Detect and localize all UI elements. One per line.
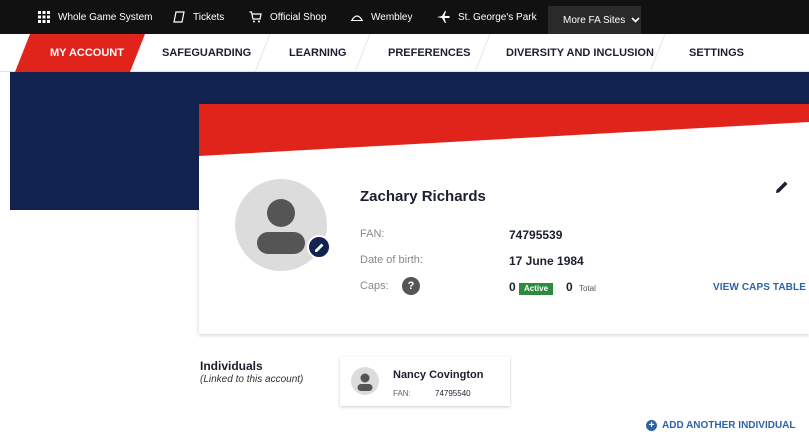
caps-active-value: 0: [509, 280, 516, 294]
person-icon: [357, 373, 373, 391]
individual-name: Nancy Covington: [393, 369, 484, 381]
wembley-arch-icon: [351, 12, 363, 22]
tab-learning[interactable]: LEARNING: [289, 34, 346, 72]
topbar-link-wembley[interactable]: Wembley: [351, 0, 413, 34]
tab-my-account[interactable]: MY ACCOUNT: [50, 34, 124, 72]
individual-fan-label: FAN:: [393, 389, 411, 398]
topbar-link-label: Whole Game System: [58, 11, 153, 23]
chevron-down-icon: [631, 15, 640, 26]
topbar-link-label: Wembley: [371, 11, 413, 23]
add-another-individual-link[interactable]: + ADD ANOTHER INDIVIDUAL: [646, 420, 796, 431]
pencil-icon: [776, 181, 788, 193]
caps-help-icon[interactable]: ?: [402, 277, 420, 295]
plus-circle-icon: +: [646, 420, 657, 431]
caps-active-badge: Active: [519, 283, 554, 295]
grid-icon: [38, 11, 50, 23]
more-fa-sites-label: More FA Sites: [563, 14, 626, 26]
pencil-icon: [314, 243, 323, 252]
top-bar: Whole Game System Tickets Official Shop …: [0, 0, 809, 34]
view-caps-table-link[interactable]: VIEW CAPS TABLE: [713, 282, 806, 293]
tab-preferences[interactable]: PREFERENCES: [388, 34, 471, 72]
dob-label: Date of birth:: [360, 254, 423, 266]
topbar-link-tickets[interactable]: Tickets: [173, 0, 224, 34]
fan-value: 74795539: [509, 228, 563, 242]
cart-icon: [249, 11, 262, 23]
topbar-link-label: Official Shop: [270, 11, 327, 23]
tab-diversity-and-inclusion[interactable]: DIVERSITY AND INCLUSION: [506, 34, 654, 72]
page: Whole Game System Tickets Official Shop …: [0, 0, 809, 432]
individual-fan-value: 74795540: [435, 389, 471, 398]
topbar-link-label: Tickets: [193, 11, 225, 23]
individual-card[interactable]: Nancy Covington FAN: 74795540: [340, 357, 510, 406]
card-red-stripe: [199, 104, 809, 156]
add-individual-label: ADD ANOTHER INDIVIDUAL: [662, 420, 796, 431]
main-nav: MY ACCOUNT SAFEGUARDING LEARNING PREFERE…: [0, 34, 809, 72]
edit-profile-button[interactable]: [774, 179, 790, 200]
more-fa-sites-dropdown[interactable]: More FA Sites: [548, 6, 641, 34]
ticket-icon: [173, 11, 185, 23]
caps-total-label: Total: [579, 284, 596, 293]
profile-card: Zachary Richards FAN: 74795539 Date of b…: [199, 104, 809, 334]
topbar-link-whole-game-system[interactable]: Whole Game System: [38, 0, 152, 34]
topbar-link-st-georges-park[interactable]: St. George's Park: [437, 0, 537, 34]
individual-avatar: [351, 367, 379, 395]
individuals-title: Individuals: [200, 359, 263, 373]
edit-avatar-button[interactable]: [307, 235, 331, 259]
fan-label: FAN:: [360, 228, 385, 240]
topbar-link-official-shop[interactable]: Official Shop: [249, 0, 327, 34]
tab-safeguarding[interactable]: SAFEGUARDING: [162, 34, 251, 72]
individuals-subtitle: (Linked to this account): [200, 374, 304, 385]
caps-label: Caps:: [360, 280, 389, 292]
profile-name: Zachary Richards: [360, 188, 486, 205]
dob-value: 17 June 1984: [509, 254, 584, 268]
caps-total-value: 0: [566, 280, 573, 294]
tab-settings[interactable]: SETTINGS: [689, 34, 744, 72]
plane-icon: [437, 11, 450, 23]
topbar-link-label: St. George's Park: [458, 11, 537, 23]
